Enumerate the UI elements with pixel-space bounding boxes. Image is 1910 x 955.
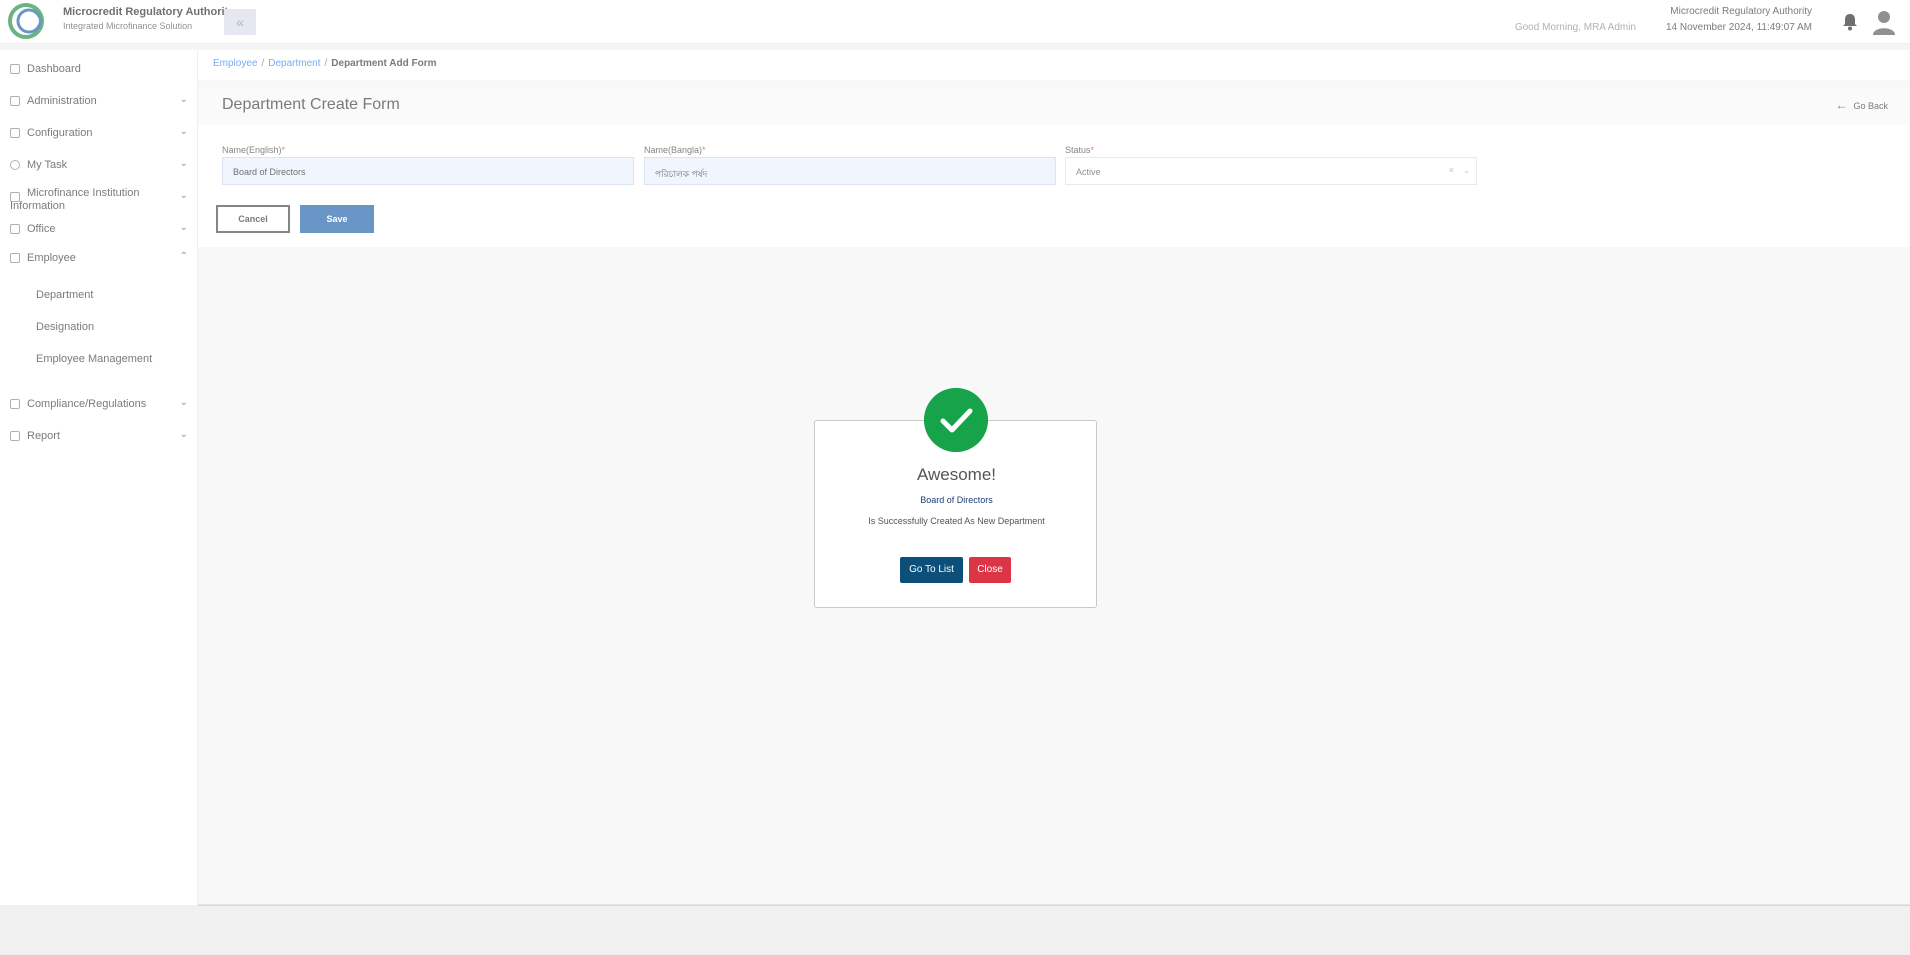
dialog-title: Awesome! <box>916 465 997 484</box>
dialog-department-name: Board of Directors <box>920 495 993 505</box>
close-button[interactable]: Close <box>969 557 1011 583</box>
success-check-icon <box>924 388 988 452</box>
go-to-list-button[interactable]: Go To List <box>900 557 963 583</box>
dialog-message: Is Successfully Created As New Departmen… <box>868 516 1045 526</box>
